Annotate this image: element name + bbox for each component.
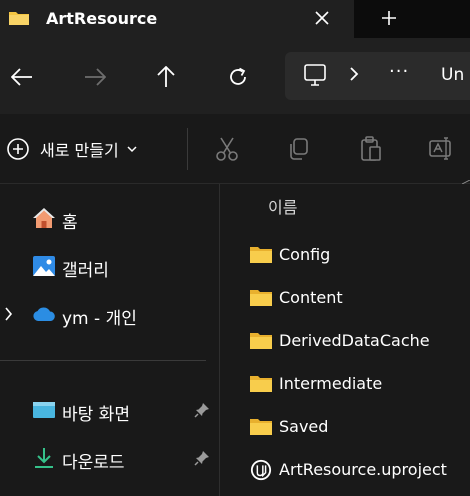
folder-icon [250,376,272,392]
new-button[interactable]: 새로 만들기 [6,132,137,166]
navigation-pane: 홈 갤러리 ym - 개인 바탕 화면 다운로드 [0,184,220,496]
address-bar[interactable]: ··· Un [285,52,470,100]
new-tab-button[interactable] [374,4,404,32]
plus-circle-icon [7,138,29,160]
sidebar-item-onedrive[interactable]: ym - 개인 [0,294,219,334]
unreal-engine-icon [250,459,272,481]
toolbar-separator [187,128,188,170]
pin-icon[interactable] [194,450,210,466]
sidebar-item-label: ym - 개인 [62,309,137,329]
arrow-right-icon [85,68,106,86]
copy-icon [290,138,308,160]
close-tab-button[interactable] [308,4,336,32]
sidebar-item-label: 갤러리 [62,261,109,281]
sidebar-divider [0,360,206,361]
arrow-left-icon [11,68,32,86]
file-name: DerivedDataCache [279,331,430,350]
sidebar-item-home[interactable]: 홈 [0,198,219,238]
list-item-folder[interactable]: Content [221,277,470,317]
list-item-folder[interactable]: DerivedDataCache [221,320,470,360]
tab-bar: ArtResource [0,0,470,38]
scissors-icon [216,137,238,161]
chevron-down-icon [127,146,137,153]
plus-icon [382,11,396,25]
address-path-segment[interactable]: Un [441,65,464,85]
rename-button[interactable] [429,136,455,162]
sidebar-item-label: 홈 [62,213,78,233]
list-item-folder[interactable]: Intermediate [221,363,470,403]
list-item-folder[interactable]: Saved [221,406,470,446]
cut-button[interactable] [214,136,240,162]
tab-artresource[interactable]: ArtResource [0,0,354,38]
arrow-up-icon [157,66,175,87]
copy-button[interactable] [285,136,311,162]
list-item-file[interactable]: ArtResource.uproject [221,449,470,489]
list-item-folder[interactable]: Config [221,234,470,274]
navigation-bar: ··· Un [0,38,470,114]
folder-icon [250,247,272,263]
refresh-button[interactable] [221,60,255,94]
chevron-right-icon[interactable] [4,307,13,321]
pin-icon[interactable] [194,402,210,418]
onedrive-cloud-icon [33,307,55,321]
folder-icon [250,290,272,306]
tab-title: ArtResource [46,9,158,28]
folder-icon [9,12,29,25]
close-icon [315,11,329,25]
file-list: 이름 Config Content DerivedDataCache Inter… [221,184,470,496]
folder-icon [250,333,272,349]
chevron-right-icon[interactable] [349,66,359,82]
file-name: Intermediate [279,374,383,393]
file-name: ArtResource.uproject [279,460,447,479]
file-name: Content [279,288,343,307]
up-button[interactable] [149,60,183,94]
sidebar-item-label: 다운로드 [62,453,125,473]
back-button[interactable] [5,60,39,94]
clipboard-icon [361,136,381,161]
address-overflow-button[interactable]: ··· [389,61,409,82]
gallery-icon [33,256,55,276]
sidebar-item-label: 바탕 화면 [62,405,130,425]
download-icon [35,448,53,468]
file-name: Saved [279,417,329,436]
column-header-name[interactable]: 이름 [268,194,297,218]
rename-icon [429,137,451,160]
command-bar: 새로 만들기 [0,114,470,184]
file-name: Config [279,245,331,264]
folder-icon [250,419,272,435]
refresh-icon [230,67,246,85]
home-icon [33,208,55,228]
sidebar-item-desktop[interactable]: 바탕 화면 [0,390,219,430]
new-button-label: 새로 만들기 [40,141,119,160]
sidebar-item-gallery[interactable]: 갤러리 [0,246,219,286]
desktop-icon [33,402,55,418]
forward-button[interactable] [78,60,112,94]
this-pc-icon [304,64,326,86]
sidebar-item-downloads[interactable]: 다운로드 [0,438,219,478]
paste-button[interactable] [358,136,384,162]
